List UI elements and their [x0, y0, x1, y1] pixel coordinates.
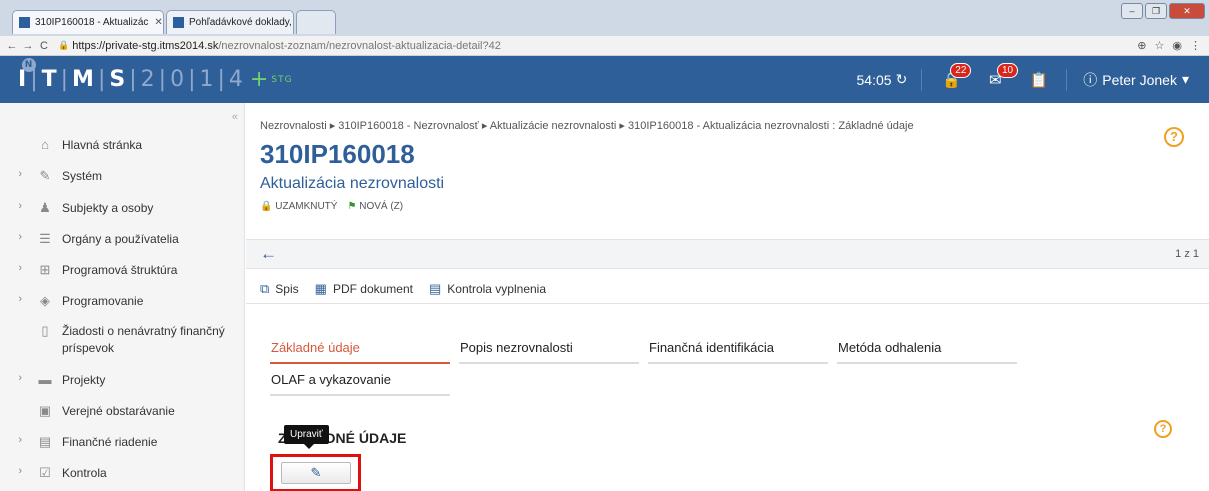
- state-status: ⚑ NOVÁ (Z): [347, 201, 404, 212]
- main-content: Nezrovnalosti ▸ 310IP160018 - Nezrovnalo…: [246, 103, 1209, 491]
- layers-icon: ◈: [40, 293, 50, 308]
- app-header: N I | T | M | S | 2 | 0 | 1 | 4 + STG 54:05 ↻ 🔒 22 ✉ 10…: [0, 56, 1209, 103]
- breadcrumb[interactable]: Nezrovnalosti ▸ 310IP160018 - Nezrovnalo…: [260, 119, 914, 132]
- sidebar-item-control[interactable]: › ☑ Kontrola: [0, 465, 245, 482]
- sidebar: « ⌂ Hlavná stránka › ✎ Systém › ♟ Subjekty a …: [0, 103, 245, 491]
- address-bar: ← → C 🔒 https://private-stg.itms2014.sk /…: [0, 36, 1209, 56]
- browser-tab-2[interactable]: Pohľadávkové doklady, I ✕: [166, 10, 294, 34]
- menu-icon[interactable]: ⋮: [1190, 39, 1201, 52]
- zoom-icon[interactable]: ⊕: [1137, 39, 1146, 52]
- close-tab-icon[interactable]: ✕: [148, 17, 162, 28]
- itms-favicon-icon: [19, 17, 30, 28]
- restore-button[interactable]: ❐: [1145, 3, 1167, 19]
- copy-icon: ⧉: [260, 281, 270, 296]
- extension-icon[interactable]: ◉: [1172, 39, 1182, 52]
- bookmark-star-icon[interactable]: ☆: [1155, 39, 1165, 52]
- minimize-button[interactable]: –: [1121, 3, 1143, 19]
- tab-description[interactable]: Popis nezrovnalosti: [459, 340, 639, 364]
- sidebar-item-finance[interactable]: › ▤ Finančné riadenie: [0, 434, 245, 451]
- collapse-sidebar-icon[interactable]: «: [232, 111, 238, 123]
- browser-tab-bar: 310IP160018 - Aktualizác ✕ Pohľadávkové …: [0, 0, 1209, 36]
- navigation-row: ← 1 z 1: [246, 239, 1209, 269]
- status-row: 🔒 UZAMKNUTÝ ⚑ NOVÁ (Z): [260, 201, 403, 212]
- sidebar-item-program-structure[interactable]: › ⊞ Programová štruktúra: [0, 262, 245, 279]
- browser-tab-active[interactable]: 310IP160018 - Aktualizác ✕: [12, 10, 164, 34]
- lock-notification[interactable]: 🔒 22: [942, 62, 972, 89]
- window-controls: – ❐ ✕: [1121, 3, 1205, 19]
- mail-notification[interactable]: ✉ 10: [989, 62, 1019, 89]
- home-icon: ⌂: [41, 137, 49, 152]
- edit-highlight: ✎: [270, 454, 361, 491]
- edit-tooltip: Upraviť: [284, 425, 329, 449]
- clipboard-icon[interactable]: 📋: [1030, 71, 1049, 89]
- url-field[interactable]: 🔒 https://private-stg.itms2014.sk/nezrov…: [58, 40, 501, 52]
- chevron-right-icon: ›: [18, 372, 22, 384]
- back-nav-icon[interactable]: ←: [4, 40, 20, 52]
- close-window-button[interactable]: ✕: [1169, 3, 1205, 19]
- sidebar-item-organs[interactable]: › ☰ Orgány a používatelia: [0, 231, 245, 248]
- spis-button[interactable]: ⧉ Spis: [260, 281, 299, 297]
- sidebar-item-projects[interactable]: › ▬ Projekty: [0, 372, 245, 389]
- session-timer: 54:05 ↻: [843, 68, 923, 91]
- user-menu[interactable]: ⓘ Peter Jonek ▾: [1066, 68, 1209, 91]
- secure-lock-icon: 🔒: [58, 40, 70, 50]
- refresh-icon[interactable]: ↻: [896, 71, 908, 88]
- sidebar-item-system[interactable]: › ✎ Systém: [0, 168, 245, 185]
- tab-basic-data[interactable]: Základné údaje: [270, 340, 450, 364]
- lock-badge: 22: [950, 62, 972, 78]
- chevron-right-icon: ›: [18, 434, 22, 446]
- reload-icon[interactable]: C: [36, 40, 52, 52]
- help-icon[interactable]: ?: [1164, 127, 1184, 147]
- edit-button[interactable]: ✎: [281, 462, 351, 484]
- tab-olaf[interactable]: OLAF a vykazovanie: [270, 372, 450, 396]
- chevron-right-icon: ›: [18, 262, 22, 274]
- folder-icon: ▬: [38, 372, 52, 387]
- url-path: /nezrovnalost-zoznam/nezrovnalost-aktual…: [218, 39, 501, 52]
- sidebar-item-home[interactable]: ⌂ Hlavná stránka: [0, 137, 245, 154]
- people-icon: ♟: [39, 200, 51, 215]
- sidebar-item-applications[interactable]: ▯ Žiadosti o nenávratný finančný príspevo…: [0, 323, 245, 357]
- user-icon: ⓘ: [1083, 71, 1098, 88]
- chevron-right-icon: ›: [18, 200, 22, 212]
- checkbox-icon: ▤: [428, 281, 442, 296]
- itms-favicon-icon: [173, 17, 184, 28]
- users-list-icon: ☰: [39, 231, 51, 246]
- chevron-right-icon: ›: [18, 231, 22, 243]
- chevron-right-icon: ›: [18, 293, 22, 305]
- pdf-icon: ▦: [314, 281, 327, 296]
- pencil-icon: ✎: [310, 465, 322, 480]
- caret-down-icon: ▾: [1181, 71, 1189, 87]
- checklist-icon: ☑: [39, 465, 51, 480]
- sidebar-item-programming[interactable]: › ◈ Programovanie: [0, 293, 245, 310]
- tab-detection-method[interactable]: Metóda odhalenia: [837, 340, 1017, 364]
- forward-nav-icon[interactable]: →: [20, 40, 36, 52]
- locked-status: 🔒 UZAMKNUTÝ: [260, 201, 338, 212]
- sidebar-item-subjects[interactable]: › ♟ Subjekty a osoby: [0, 200, 245, 217]
- page-subtitle: Aktualizácia nezrovnalosti: [260, 175, 445, 192]
- tab-financial-identification[interactable]: Finančná identifikácia: [648, 340, 828, 364]
- itms-logo[interactable]: N I | T | M | S | 2 | 0 | 1 | 4 + STG: [18, 58, 293, 92]
- mail-badge: 10: [996, 62, 1019, 78]
- finance-icon: ▤: [38, 434, 52, 449]
- briefcase-icon: ▣: [38, 403, 52, 418]
- back-arrow-icon[interactable]: ←: [260, 244, 277, 264]
- lock-icon: 🔒: [260, 201, 273, 212]
- sidebar-item-procurement[interactable]: ▣ Verejné obstarávanie: [0, 403, 245, 420]
- hierarchy-icon: ⊞: [39, 262, 51, 277]
- new-tab-button[interactable]: [296, 10, 336, 34]
- chevron-right-icon: ›: [18, 465, 22, 477]
- page-title: 310IP160018: [260, 139, 415, 169]
- logo-badge-icon: N: [22, 58, 36, 72]
- url-host: https://private-stg.itms2014.sk: [72, 39, 219, 52]
- document-icon: ▯: [41, 323, 49, 338]
- toolbar: ⧉ Spis ▦ PDF dokument ▤ Kontrola vyplnenia: [260, 281, 546, 297]
- detail-panel: Základné údaje Popis nezrovnalosti Finan…: [246, 303, 1209, 491]
- pdf-button[interactable]: ▦ PDF dokument: [315, 281, 413, 297]
- pager: 1 z 1: [1175, 248, 1199, 260]
- flag-icon: ⚑: [347, 201, 357, 212]
- wrench-icon: ✎: [39, 168, 51, 183]
- section-help-icon[interactable]: ?: [1154, 420, 1172, 438]
- chevron-right-icon: ›: [18, 168, 22, 180]
- validation-button[interactable]: ▤ Kontrola vyplnenia: [429, 281, 546, 297]
